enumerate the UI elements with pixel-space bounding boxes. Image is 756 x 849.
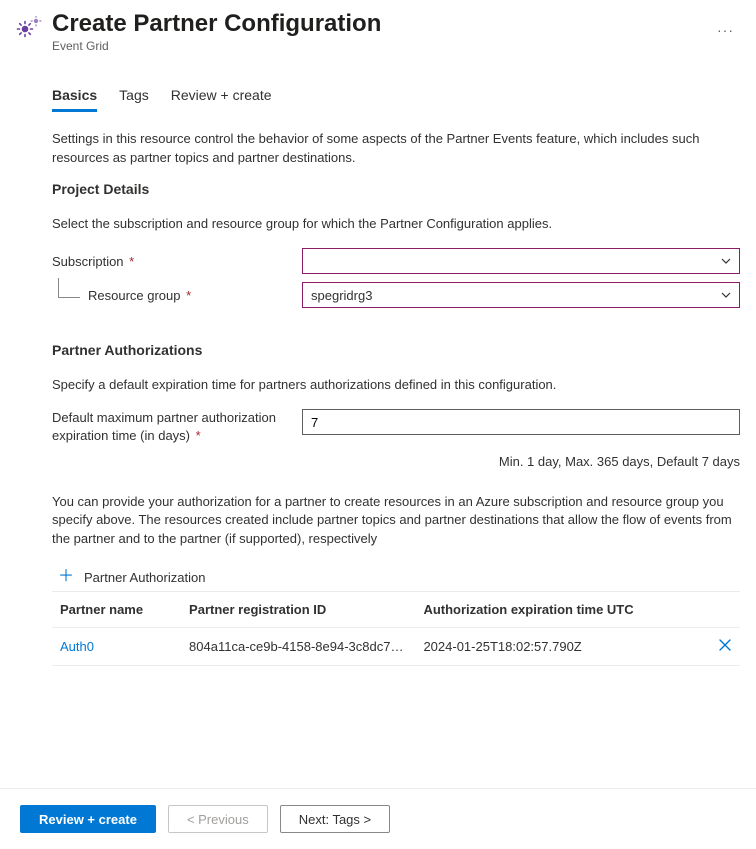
project-details-heading: Project Details — [52, 181, 740, 197]
close-icon — [718, 638, 732, 652]
subscription-label: Subscription * — [52, 254, 302, 269]
tab-basics[interactable]: Basics — [52, 81, 97, 112]
chevron-down-icon — [721, 290, 731, 301]
partner-exp: 2024-01-25T18:02:57.790Z — [415, 628, 710, 666]
col-partner-name: Partner name — [52, 592, 181, 628]
partner-name-link[interactable]: Auth0 — [60, 639, 94, 654]
more-button[interactable]: ··· — [711, 18, 740, 42]
previous-button[interactable]: < Previous — [168, 805, 268, 833]
expiration-label: Default maximum partner authorization ex… — [52, 409, 302, 445]
chevron-down-icon — [721, 256, 731, 267]
page-subtitle: Event Grid — [52, 39, 691, 53]
settings-gear-icon — [16, 16, 42, 41]
next-button[interactable]: Next: Tags > — [280, 805, 390, 833]
tab-tags[interactable]: Tags — [119, 81, 149, 112]
partner-auth-heading: Partner Authorizations — [52, 342, 740, 358]
tab-review-create[interactable]: Review + create — [171, 81, 272, 112]
expiration-hint: Min. 1 day, Max. 365 days, Default 7 day… — [302, 454, 740, 469]
subscription-select[interactable] — [302, 248, 740, 274]
resource-group-select[interactable]: spegridrg3 — [302, 282, 740, 308]
intro-text: Settings in this resource control the be… — [52, 130, 740, 168]
footer: Review + create < Previous Next: Tags > — [0, 788, 756, 849]
remove-row-button[interactable] — [710, 628, 740, 666]
col-partner-reg-id: Partner registration ID — [181, 592, 415, 628]
plus-icon: ＋ — [58, 569, 74, 585]
project-details-desc: Select the subscription and resource gro… — [52, 215, 740, 234]
table-row: Auth0 804a11ca-ce9b-4158-8e94-3c8dc7… 20… — [52, 628, 740, 666]
review-create-button[interactable]: Review + create — [20, 805, 156, 833]
expiration-input[interactable] — [302, 409, 740, 435]
col-auth-expiration: Authorization expiration time UTC — [415, 592, 710, 628]
partner-auth-table: Partner name Partner registration ID Aut… — [52, 591, 740, 666]
resource-group-label: Resource group * — [88, 288, 191, 303]
partner-auth-desc: Specify a default expiration time for pa… — [52, 376, 740, 395]
tab-bar: Basics Tags Review + create — [52, 81, 740, 112]
partner-auth-desc2: You can provide your authorization for a… — [52, 493, 740, 550]
indent-connector-icon — [58, 278, 80, 298]
add-partner-authorization-button[interactable]: ＋ Partner Authorization — [58, 569, 205, 585]
partner-reg-id: 804a11ca-ce9b-4158-8e94-3c8dc7… — [181, 628, 415, 666]
page-title: Create Partner Configuration — [52, 10, 691, 39]
